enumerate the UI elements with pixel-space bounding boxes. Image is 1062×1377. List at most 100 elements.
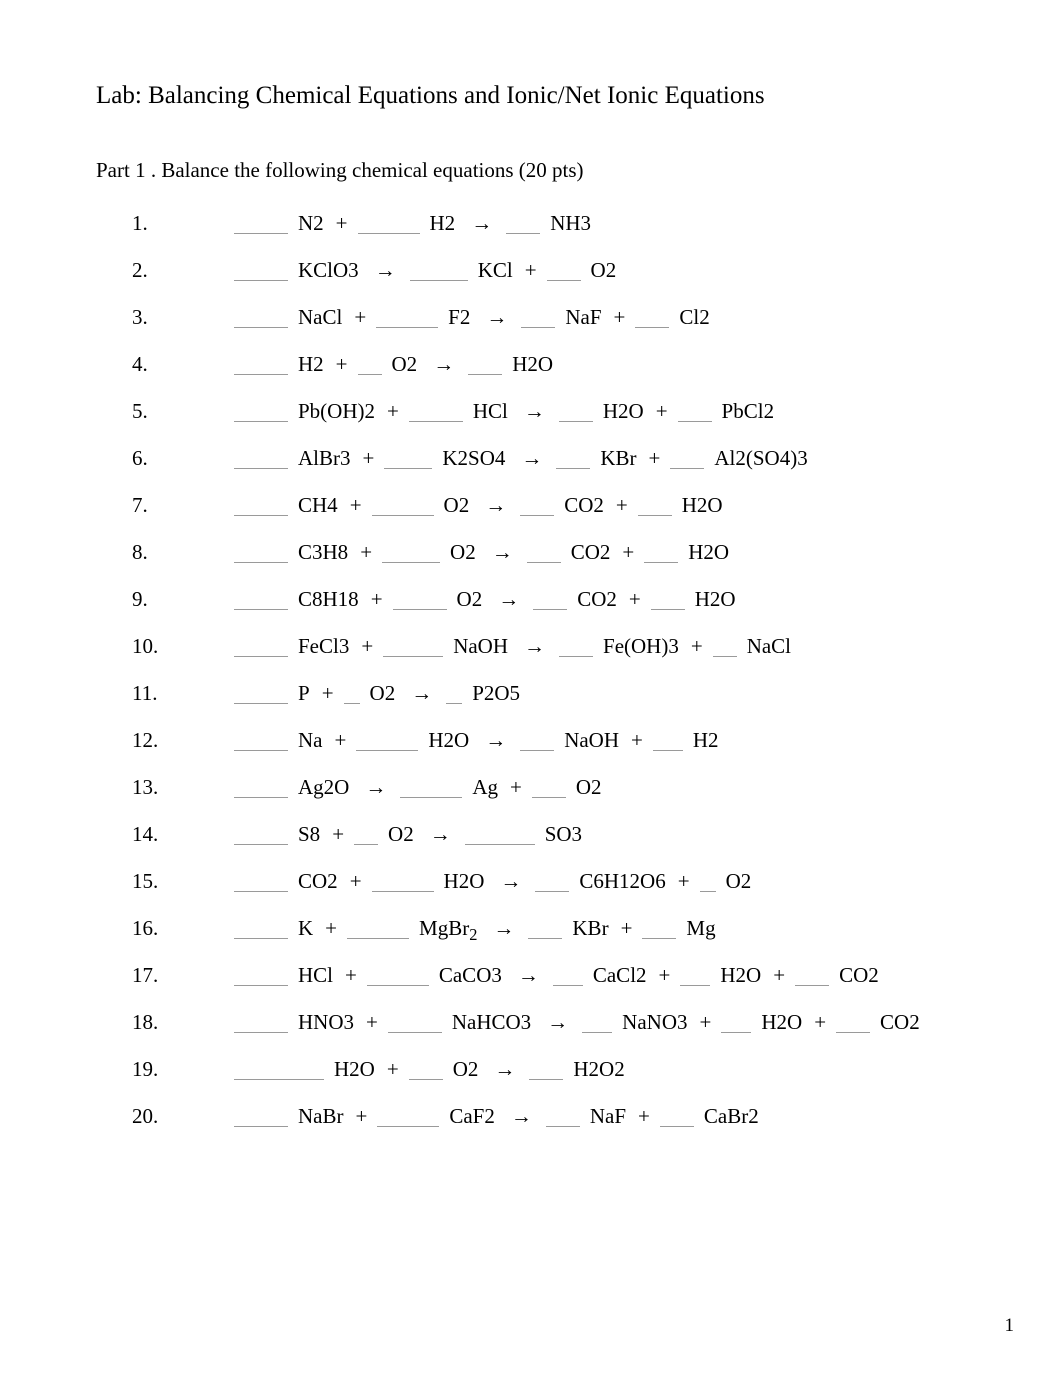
coefficient-blank[interactable] (446, 686, 462, 704)
coefficient-blank[interactable] (234, 357, 288, 375)
coefficient-blank[interactable] (635, 310, 669, 328)
coefficient-blank[interactable] (384, 451, 432, 469)
coefficient-blank[interactable] (638, 498, 672, 516)
coefficient-blank[interactable] (358, 216, 420, 234)
coefficient-blank[interactable] (234, 686, 288, 704)
coefficient-blank[interactable] (382, 545, 440, 563)
coefficient-blank[interactable] (377, 1109, 439, 1127)
coefficient-blank[interactable] (234, 592, 288, 610)
chemical-formula: O2 (585, 260, 623, 281)
coefficient-blank[interactable] (553, 968, 583, 986)
coefficient-blank[interactable] (234, 451, 288, 469)
coefficient-blank[interactable] (409, 1062, 443, 1080)
equation-row: 8.C3H8+O2→CO2+H2O (132, 542, 966, 563)
coefficient-blank[interactable] (582, 1015, 612, 1033)
coefficient-blank[interactable] (836, 1015, 870, 1033)
coefficient-blank[interactable] (234, 874, 288, 892)
equation-body: HNO3+NaHCO3→NaNO3+H2O+CO2 (230, 1012, 926, 1033)
chemical-formula: H2O (755, 1012, 808, 1033)
coefficient-blank[interactable] (721, 1015, 751, 1033)
coefficient-blank[interactable] (388, 1015, 442, 1033)
coefficient-blank[interactable] (795, 968, 829, 986)
coefficient-blank[interactable] (393, 592, 447, 610)
coefficient-blank[interactable] (234, 498, 288, 516)
coefficient-blank[interactable] (344, 686, 360, 704)
coefficient-blank[interactable] (372, 498, 434, 516)
plus-sign: + (767, 965, 791, 986)
chemical-formula: Al2(SO4)3 (708, 448, 813, 469)
equation-number: 13. (132, 777, 196, 798)
coefficient-blank[interactable] (520, 498, 554, 516)
coefficient-blank[interactable] (234, 1109, 288, 1127)
chemical-formula: NaHCO3 (446, 1012, 537, 1033)
coefficient-blank[interactable] (713, 639, 737, 657)
equation-number: 20. (132, 1106, 196, 1127)
reaction-arrow-icon: → (365, 260, 406, 281)
coefficient-blank[interactable] (234, 1062, 324, 1080)
coefficient-blank[interactable] (356, 733, 418, 751)
coefficient-blank[interactable] (506, 216, 540, 234)
chemical-formula: H2O (682, 542, 735, 563)
coefficient-blank[interactable] (529, 1062, 563, 1080)
coefficient-blank[interactable] (547, 263, 581, 281)
coefficient-blank[interactable] (680, 968, 710, 986)
coefficient-blank[interactable] (556, 451, 590, 469)
coefficient-blank[interactable] (400, 780, 462, 798)
coefficient-blank[interactable] (234, 827, 288, 845)
coefficient-blank[interactable] (383, 639, 443, 657)
plus-sign: + (316, 683, 340, 704)
coefficient-blank[interactable] (521, 310, 555, 328)
coefficient-blank[interactable] (410, 263, 468, 281)
coefficient-blank[interactable] (559, 639, 593, 657)
coefficient-blank[interactable] (234, 1015, 288, 1033)
coefficient-blank[interactable] (468, 357, 502, 375)
chemical-formula: CO2 (292, 871, 344, 892)
equation-row: 10.FeCl3+NaOH→Fe(OH)3+NaCl (132, 636, 966, 657)
reaction-arrow-icon: → (461, 213, 502, 234)
coefficient-blank[interactable] (234, 639, 288, 657)
coefficient-blank[interactable] (465, 827, 535, 845)
reaction-arrow-icon: → (476, 307, 517, 328)
coefficient-blank[interactable] (670, 451, 704, 469)
coefficient-blank[interactable] (234, 263, 288, 281)
equation-body: H2O+O2→H2O2 (230, 1059, 631, 1080)
coefficient-blank[interactable] (651, 592, 685, 610)
coefficient-blank[interactable] (234, 404, 288, 422)
coefficient-blank[interactable] (533, 592, 567, 610)
coefficient-blank[interactable] (528, 921, 562, 939)
coefficient-blank[interactable] (642, 921, 676, 939)
coefficient-blank[interactable] (234, 733, 288, 751)
coefficient-blank[interactable] (234, 310, 288, 328)
coefficient-blank[interactable] (234, 921, 288, 939)
coefficient-blank[interactable] (354, 827, 378, 845)
coefficient-blank[interactable] (678, 404, 712, 422)
coefficient-blank[interactable] (527, 545, 561, 563)
chemical-formula: F2 (442, 307, 476, 328)
chemical-formula: O2 (438, 495, 476, 516)
coefficient-blank[interactable] (520, 733, 554, 751)
coefficient-blank[interactable] (372, 874, 434, 892)
coefficient-blank[interactable] (546, 1109, 580, 1127)
coefficient-blank[interactable] (234, 216, 288, 234)
coefficient-blank[interactable] (234, 545, 288, 563)
chemical-formula: O2 (444, 542, 482, 563)
coefficient-blank[interactable] (409, 404, 463, 422)
coefficient-blank[interactable] (660, 1109, 694, 1127)
coefficient-blank[interactable] (347, 921, 409, 939)
reaction-arrow-icon: → (423, 354, 464, 375)
chemical-formula: N2 (292, 213, 330, 234)
coefficient-blank[interactable] (234, 968, 288, 986)
coefficient-blank[interactable] (367, 968, 429, 986)
chemical-formula: AlBr3 (292, 448, 357, 469)
coefficient-blank[interactable] (535, 874, 569, 892)
coefficient-blank[interactable] (700, 874, 716, 892)
coefficient-blank[interactable] (644, 545, 678, 563)
coefficient-blank[interactable] (653, 733, 683, 751)
reaction-arrow-icon: → (483, 918, 524, 939)
coefficient-blank[interactable] (532, 780, 566, 798)
coefficient-blank[interactable] (234, 780, 288, 798)
coefficient-blank[interactable] (559, 404, 593, 422)
coefficient-blank[interactable] (358, 357, 382, 375)
coefficient-blank[interactable] (376, 310, 438, 328)
plus-sign: + (344, 871, 368, 892)
